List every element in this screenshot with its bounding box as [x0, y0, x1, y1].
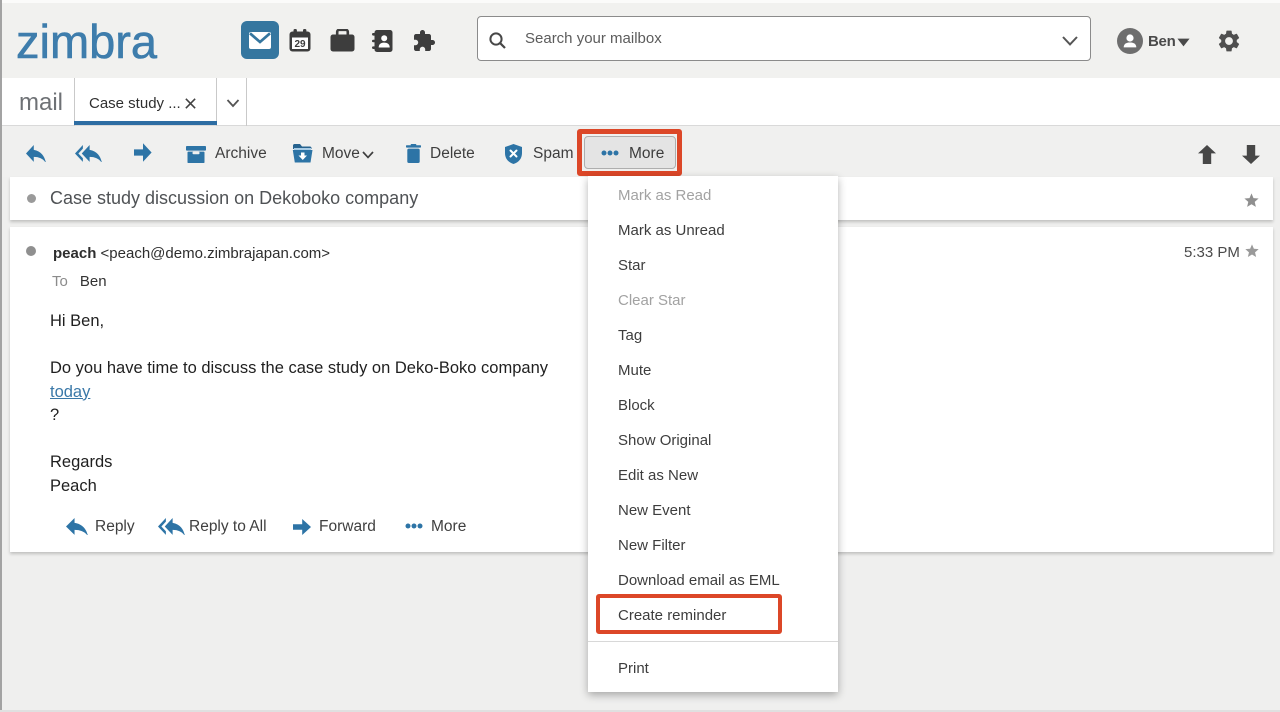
svg-text:29: 29	[294, 39, 306, 50]
